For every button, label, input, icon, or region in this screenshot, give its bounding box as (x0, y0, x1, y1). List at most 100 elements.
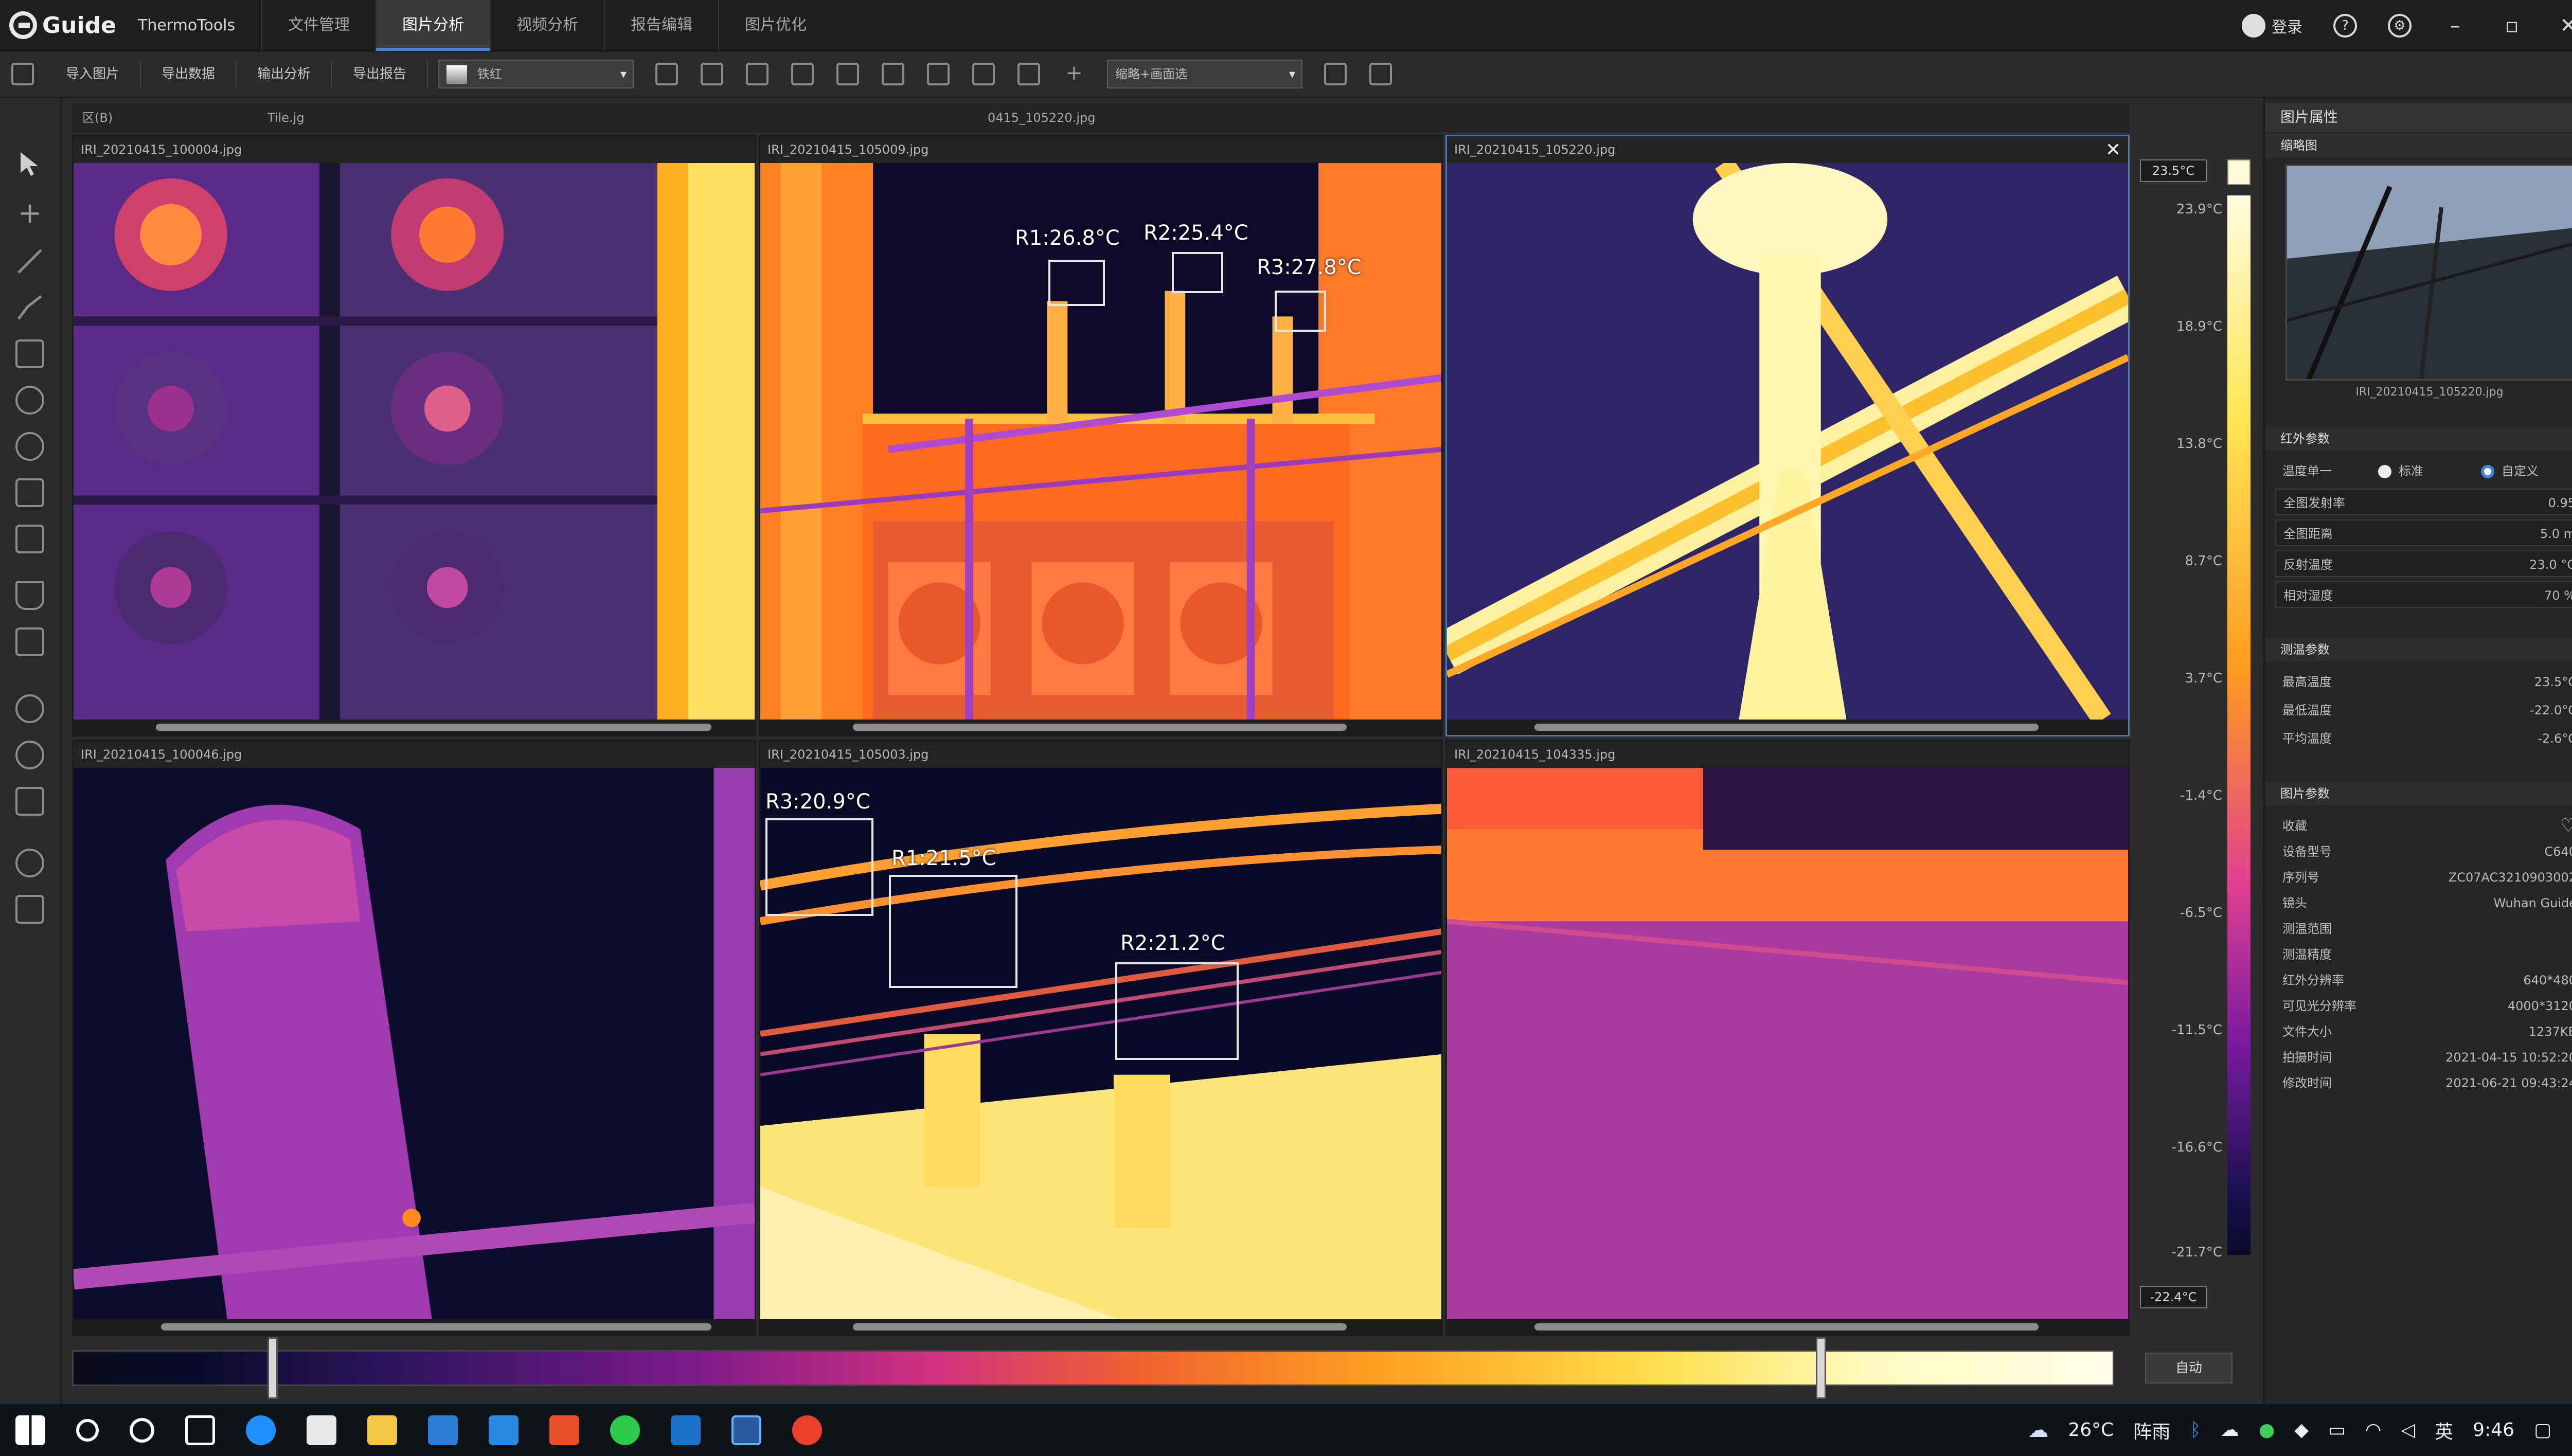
maximize-button[interactable]: ▫ (2499, 14, 2525, 38)
file-explorer-icon[interactable] (367, 1415, 397, 1445)
save-icon[interactable] (11, 63, 34, 85)
color-picker-icon[interactable] (655, 63, 678, 85)
output-analysis-button[interactable]: 输出分析 (237, 61, 333, 87)
thermotools-taskbar-icon[interactable] (731, 1415, 761, 1445)
task-view-icon[interactable] (185, 1415, 215, 1445)
compare-icon[interactable] (15, 787, 44, 816)
ir-param-row[interactable]: 反射温度 23.0 °C (2275, 550, 2572, 577)
ir-param-row[interactable]: 相对湿度 70 % (2275, 581, 2572, 608)
histogram-icon[interactable] (701, 63, 724, 85)
image-icon[interactable] (927, 63, 950, 85)
scroll-thumb[interactable] (156, 724, 711, 731)
menu-report-edit[interactable]: 报告编辑 (604, 0, 718, 51)
thumbnail-frame[interactable] (2285, 165, 2572, 381)
menu-video-analysis[interactable]: 视频分析 (490, 0, 604, 51)
view-mode-select[interactable]: 缩略+画面选 (1107, 60, 1303, 88)
palette-high-handle[interactable] (1816, 1337, 1826, 1399)
circle-tool-icon[interactable] (15, 386, 44, 415)
palette-bar[interactable] (72, 1350, 2114, 1386)
horizontal-scrollbar[interactable] (760, 1319, 1441, 1335)
menu-image-optimize[interactable]: 图片优化 (718, 0, 832, 51)
scale-min-input[interactable]: -22.4°C (2140, 1286, 2207, 1308)
clock[interactable]: 9:46 (2473, 1419, 2514, 1441)
app-icon[interactable] (671, 1415, 701, 1445)
horizontal-scrollbar[interactable] (74, 720, 755, 735)
scroll-thumb[interactable] (853, 1323, 1347, 1331)
app-icon[interactable] (792, 1415, 822, 1445)
login-button[interactable]: 登录 (2242, 14, 2302, 38)
horizontal-scrollbar[interactable] (760, 720, 1441, 735)
tab-right[interactable]: 0415_105220.jpg (988, 103, 1095, 133)
store-icon[interactable] (307, 1415, 336, 1445)
scroll-thumb[interactable] (1534, 724, 2039, 731)
help-icon[interactable]: ? (2333, 14, 2357, 38)
wifi-icon[interactable]: ◠ (2365, 1419, 2381, 1441)
weather-text[interactable]: 阵雨 (2133, 1417, 2170, 1444)
search-icon[interactable] (76, 1418, 99, 1442)
full-frame-tool-icon[interactable] (15, 478, 44, 507)
image-cell-5[interactable]: IRI_20210415_105003.jpg R3:20.9°C R1:21.… (759, 740, 1443, 1336)
tab-mid[interactable]: Tile.jg (267, 103, 305, 133)
shield-icon[interactable]: ◆ (2294, 1419, 2309, 1441)
auto-button[interactable]: 自动 (2145, 1353, 2232, 1383)
palette-select[interactable]: 铁红 (438, 60, 634, 88)
scroll-thumb[interactable] (853, 724, 1347, 731)
select-arrow-icon[interactable] (15, 149, 44, 178)
radio-standard[interactable] (2378, 465, 2391, 478)
menu-image-analysis[interactable]: 图片分析 (376, 0, 490, 51)
ellipse-tool-icon[interactable] (15, 432, 44, 461)
point-tool-icon[interactable]: + (15, 199, 44, 229)
measure-box-r1[interactable] (1048, 260, 1105, 306)
image-cell-1[interactable]: IRI_20210415_100004.jpg (72, 135, 756, 736)
line-chart-icon[interactable] (746, 63, 769, 85)
windows-start-icon[interactable] (15, 1415, 45, 1445)
image-cell-3[interactable]: IRI_20210415_105220.jpg ✕ (1445, 135, 2130, 736)
measure-box-r3[interactable] (1275, 291, 1326, 332)
polygon-tool-icon[interactable] (15, 525, 44, 553)
battery-icon[interactable]: ▭ (2328, 1419, 2346, 1441)
weather-temp[interactable]: 26°C (2068, 1419, 2114, 1441)
volume-icon[interactable]: ◁ (2401, 1419, 2415, 1441)
sync-icon[interactable] (15, 741, 44, 769)
eraser-icon[interactable] (15, 581, 44, 610)
mail-icon[interactable] (428, 1415, 458, 1445)
palette-low-handle[interactable] (267, 1337, 278, 1399)
todo-icon[interactable] (489, 1415, 519, 1445)
measure-box-r2[interactable] (1172, 252, 1223, 293)
heart-icon[interactable] (15, 849, 44, 877)
ir-param-row[interactable]: 全图距离 5.0 m (2275, 519, 2572, 546)
close-window-button[interactable]: ✕ (2556, 14, 2572, 38)
tab-left[interactable]: 区(B) (82, 103, 113, 133)
image-cell-2[interactable]: IRI_20210415_105009.jpg R1:26.8°C R2:25.… (759, 135, 1443, 736)
menu-file-management[interactable]: 文件管理 (261, 0, 376, 51)
horizontal-scrollbar[interactable] (1447, 720, 2128, 735)
horizontal-scrollbar[interactable] (74, 1319, 755, 1335)
crosshair-icon[interactable]: + (1063, 63, 1085, 85)
import-images-button[interactable]: 导入图片 (45, 61, 141, 87)
trash-icon[interactable] (15, 627, 44, 656)
edge-icon[interactable] (246, 1415, 276, 1445)
layers-icon[interactable] (836, 63, 860, 85)
image-cell-6[interactable]: IRI_20210415_104335.jpg (1445, 740, 2130, 1336)
ir-param-row[interactable]: 全图发射率 0.95 (2275, 489, 2572, 515)
favorite-heart-icon[interactable]: ♡ (2560, 813, 2572, 839)
ime-icon[interactable]: 英 (2435, 1417, 2453, 1444)
radio-custom[interactable] (2481, 465, 2494, 478)
image-cell-4[interactable]: IRI_20210415_100046.jpg (72, 740, 756, 1336)
cloud-icon[interactable]: ☁ (2221, 1419, 2239, 1441)
office-icon[interactable] (549, 1415, 579, 1445)
measure-box-r2[interactable] (1115, 962, 1239, 1060)
polyline-tool-icon[interactable] (15, 293, 44, 322)
measure-box-r1[interactable] (889, 875, 1017, 988)
chat-icon[interactable]: ● (2259, 1419, 2275, 1441)
bluetooth-icon[interactable]: ᛒ (2190, 1419, 2201, 1441)
gear-icon[interactable]: ⚙ (2388, 14, 2412, 38)
minimize-button[interactable]: – (2442, 14, 2468, 38)
pointer-add-icon[interactable] (1324, 63, 1347, 85)
horizontal-scrollbar[interactable] (1447, 1319, 2128, 1335)
measure-box-r3[interactable] (765, 818, 873, 916)
scroll-thumb[interactable] (161, 1323, 711, 1331)
line-tool-icon[interactable] (15, 247, 44, 276)
export-data-button[interactable]: 导出数据 (141, 61, 237, 87)
grid-icon[interactable] (1017, 63, 1041, 85)
